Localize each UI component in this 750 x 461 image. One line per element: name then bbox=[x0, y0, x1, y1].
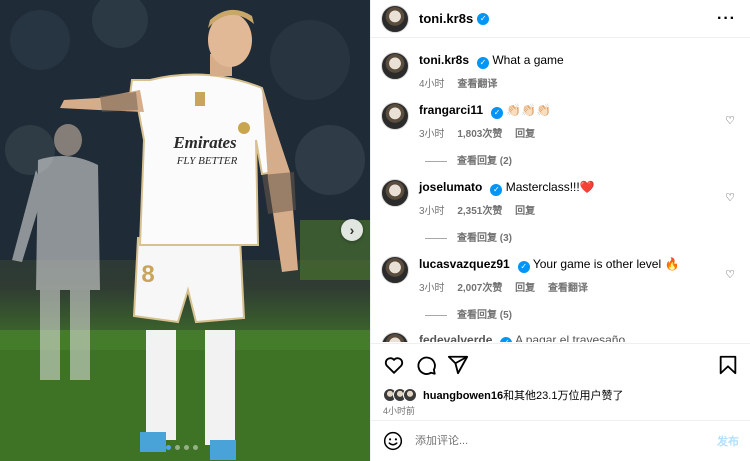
comment-username[interactable]: lucasvazquez91 bbox=[419, 257, 510, 271]
comment-icon[interactable] bbox=[415, 354, 437, 376]
share-icon[interactable] bbox=[447, 354, 469, 376]
list-item: frangarci11 ✓ 👏🏻👏🏻👏🏻 3小时 1,803次赞 回复 ♡ bbox=[381, 102, 741, 140]
carousel-dot bbox=[193, 445, 198, 450]
verified-icon: ✓ bbox=[477, 12, 490, 25]
comment-username[interactable]: fedevalverde bbox=[419, 333, 492, 342]
caption-text: What a game bbox=[492, 53, 564, 67]
author-username[interactable]: toni.kr8s bbox=[419, 11, 473, 26]
comment-username[interactable]: joselumato bbox=[419, 180, 482, 194]
shorts-number: 8 bbox=[141, 261, 154, 288]
avatar[interactable] bbox=[381, 102, 409, 130]
verified-icon: ✓ bbox=[477, 57, 490, 69]
verified-icon: ✓ bbox=[491, 107, 504, 119]
list-item: fedevalverde ✓ A pagar el travesaño bbox=[381, 332, 741, 342]
comment-likes[interactable]: 2,351次赞 bbox=[457, 206, 502, 217]
comment-text: Masterclass!!!❤️ bbox=[505, 180, 595, 194]
view-replies-button[interactable]: 查看回复 (5) bbox=[425, 306, 512, 321]
comment-likes[interactable]: 2,007次赞 bbox=[457, 283, 502, 294]
heart-icon[interactable]: ♡ bbox=[725, 268, 735, 281]
comment-text: A pagar el travesaño bbox=[515, 333, 626, 342]
comment-time: 3小时 bbox=[419, 283, 445, 294]
more-icon[interactable]: ··· bbox=[717, 10, 736, 28]
heart-icon[interactable] bbox=[383, 354, 405, 376]
avatar[interactable] bbox=[381, 256, 409, 284]
likes-summary[interactable]: huangbowen16和其他23.1万位用户赞了 bbox=[383, 387, 623, 403]
verified-icon: ✓ bbox=[490, 184, 503, 196]
avatar[interactable] bbox=[381, 52, 409, 80]
reply-button[interactable]: 回复 bbox=[515, 129, 535, 140]
reply-button[interactable]: 回复 bbox=[515, 206, 535, 217]
comment-username[interactable]: toni.kr8s bbox=[419, 53, 469, 67]
bookmark-icon[interactable] bbox=[717, 354, 739, 376]
avatar[interactable] bbox=[381, 332, 409, 342]
emoji-icon[interactable] bbox=[383, 431, 403, 451]
verified-icon: ✓ bbox=[517, 261, 530, 273]
translate-link[interactable]: 查看翻译 bbox=[457, 79, 497, 90]
comment-text: Your game is other level 🔥 bbox=[532, 257, 680, 271]
view-replies-button[interactable]: 查看回复 (2) bbox=[425, 152, 512, 167]
caption: toni.kr8s ✓ What a game 4小时 查看翻译 bbox=[381, 52, 741, 90]
carousel-dot bbox=[175, 445, 180, 450]
player-illustration: Emirates FLY BETTER 8 bbox=[0, 0, 370, 461]
list-item: lucasvazquez91 ✓ Your game is other level… bbox=[381, 256, 741, 294]
post-timestamp: 4小时前 bbox=[383, 406, 416, 416]
view-replies-button[interactable]: 查看回复 (3) bbox=[425, 229, 512, 244]
comment-username[interactable]: frangarci11 bbox=[419, 103, 483, 117]
comment-time: 3小时 bbox=[419, 206, 445, 217]
author-avatar[interactable] bbox=[381, 4, 409, 33]
add-comment-bar: 发布 bbox=[371, 420, 750, 461]
comment-text: 👏🏻👏🏻👏🏻 bbox=[506, 103, 552, 117]
post-side-panel: toni.kr8s ✓ ··· toni.kr8s ✓ What a game 4… bbox=[370, 0, 750, 461]
avatar[interactable] bbox=[381, 179, 409, 207]
post-photo: Emirates FLY BETTER 8 › bbox=[0, 0, 370, 461]
liker-username[interactable]: huangbowen16 bbox=[423, 390, 503, 402]
heart-icon[interactable]: ♡ bbox=[725, 191, 735, 204]
carousel-dot bbox=[184, 445, 189, 450]
comment-likes[interactable]: 1,803次赞 bbox=[457, 129, 502, 140]
liker-avatars bbox=[383, 388, 417, 402]
comment-time: 4小时 bbox=[419, 79, 445, 90]
comment-input[interactable] bbox=[415, 435, 717, 447]
carousel-next-button[interactable]: › bbox=[341, 219, 363, 241]
reply-button[interactable]: 回复 bbox=[515, 283, 535, 294]
chevron-right-icon: › bbox=[349, 222, 355, 238]
carousel-dot bbox=[166, 445, 171, 450]
likes-count-text: 和其他23.1万位用户赞了 bbox=[503, 390, 624, 402]
shirt-sponsor: Emirates bbox=[172, 133, 237, 152]
heart-icon[interactable]: ♡ bbox=[725, 114, 735, 127]
post-header: toni.kr8s ✓ ··· bbox=[371, 0, 750, 38]
comment-time: 3小时 bbox=[419, 129, 445, 140]
carousel-dots bbox=[166, 445, 198, 450]
shirt-sponsor-tagline: FLY BETTER bbox=[176, 155, 238, 167]
comments-list[interactable]: toni.kr8s ✓ What a game 4小时 查看翻译 frangarc… bbox=[371, 38, 750, 342]
list-item: joselumato ✓ Masterclass!!!❤️ 3小时 2,351次赞… bbox=[381, 179, 741, 217]
verified-icon: ✓ bbox=[500, 337, 513, 342]
post-comment-button[interactable]: 发布 bbox=[717, 433, 739, 449]
translate-link[interactable]: 查看翻译 bbox=[548, 283, 588, 294]
avatar bbox=[403, 388, 417, 402]
